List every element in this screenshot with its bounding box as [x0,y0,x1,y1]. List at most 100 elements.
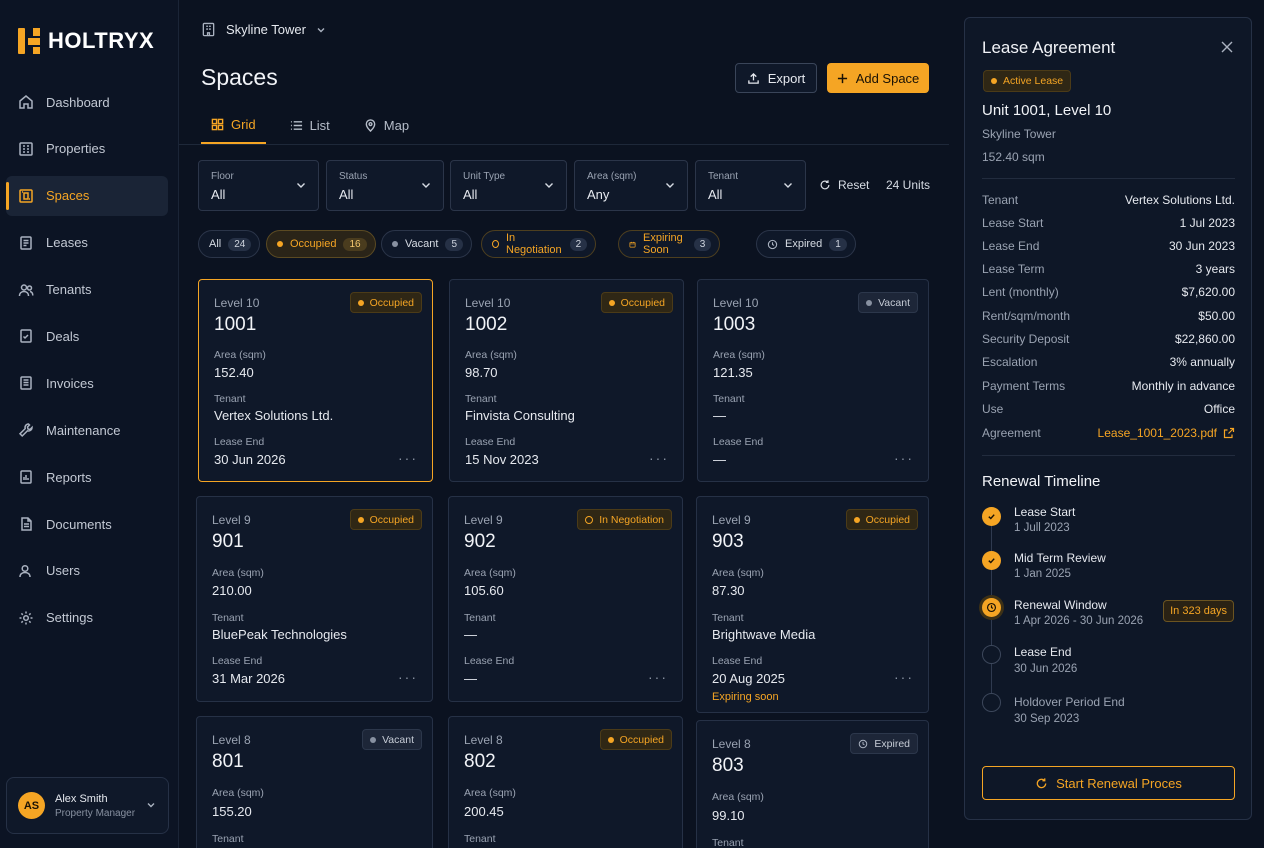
check-icon [982,507,1001,526]
space-card-1003[interactable]: Level 10 1003 Vacant Area (sqm) 121.35 T… [697,279,929,482]
logo[interactable]: HOLTRYX [18,28,154,54]
filter-label: Tenant [708,171,739,182]
sidebar-item-leases[interactable]: Leases [6,223,168,263]
tab-list[interactable]: List [280,106,340,144]
area-value: 99.10 [712,808,745,823]
timeline-step-name: Renewal Window [1014,598,1107,612]
space-card-901[interactable]: Level 9 901 Occupied Area (sqm) 210.00 T… [196,496,433,702]
filter-label: Unit Type [463,171,506,182]
tab-label: Grid [231,116,256,132]
sidebar-item-reports[interactable]: Reports [6,457,168,497]
chip-count: 1 [829,237,847,251]
area-label: Area (sqm) [214,349,266,361]
area-value: 121.35 [713,365,753,380]
lease-end-label: Lease End [464,655,515,667]
card-level: Level 8 [212,733,251,747]
tenant-label: Tenant [712,837,744,848]
close-icon[interactable] [1221,41,1233,53]
card-unit: 1002 [465,314,508,335]
area-filter[interactable]: Area (sqm) Any [574,160,688,211]
chip-all[interactable]: All 24 [198,230,261,258]
tab-grid[interactable]: Grid [201,106,266,144]
user-menu[interactable]: AS Alex Smith Property Manager [6,777,169,834]
sidebar-item-users[interactable]: Users [6,551,168,591]
sidebar-item-settings[interactable]: Settings [6,598,168,638]
start-renewal-button[interactable]: Start Renewal Proces [982,766,1235,800]
user-name: Alex Smith [55,792,108,805]
page-title: Spaces [201,64,278,90]
chip-occupied[interactable]: Occupied 16 [266,230,376,258]
card-level: Level 8 [712,737,751,751]
space-card-903[interactable]: Level 9 903 Occupied Area (sqm) 87.30 Te… [696,496,929,713]
filter-value: All [708,187,723,202]
sidebar-item-properties[interactable]: Properties [6,129,168,169]
card-unit: 803 [712,755,744,776]
card-unit: 903 [712,531,744,552]
more-options-button[interactable]: ··· [894,669,914,685]
chip-count: 5 [445,237,463,251]
tenant-filter[interactable]: Tenant All [695,160,806,211]
filter-value: All [463,187,478,202]
user-role: Property Manager [55,807,136,819]
sidebar-item-invoices[interactable]: Invoices [6,363,168,403]
detail-row: Payment Terms Monthly in advance [982,379,1235,393]
tab-map[interactable]: Map [354,106,419,144]
status-filter[interactable]: Status All [326,160,444,211]
reset-button[interactable]: Reset [819,178,869,192]
chip-vacant[interactable]: Vacant 5 [381,230,472,258]
status-badge: Active Lease [983,70,1072,92]
status-dot [392,241,398,247]
more-options-button[interactable]: ··· [894,450,914,466]
card-level: Level 9 [712,513,751,527]
chevron-down-icon [666,183,674,188]
building-selector[interactable]: Skyline Tower [201,22,326,37]
sidebar-item-dashboard[interactable]: Dashboard [6,82,168,122]
filter-value: All [211,187,226,202]
unit-type-filter[interactable]: Unit Type All [450,160,567,211]
chevron-down-icon [784,183,792,188]
more-options-button[interactable]: ··· [648,669,668,685]
agreement-link[interactable]: Lease_1001_2023.pdf [1098,426,1217,440]
space-card-801[interactable]: Level 8 801 Vacant Area (sqm) 155.20 Ten… [196,716,433,848]
space-card-1002[interactable]: Level 10 1002 Occupied Area (sqm) 98.70 … [449,279,684,482]
timeline-step-date: 1 Jull 2023 [1014,522,1070,534]
chip-expired[interactable]: Expired 1 [756,230,856,258]
more-options-button[interactable]: ··· [398,450,418,466]
lease-end-value: 15 Nov 2023 [465,452,539,467]
timeline-step-name: Lease End [1014,645,1072,659]
panel-unit: Unit 1001, Level 10 [982,102,1112,119]
sidebar-item-deals[interactable]: Deals [6,316,168,356]
card-level: Level 10 [465,296,511,310]
export-button[interactable]: Export [735,63,817,93]
home-icon [19,95,33,109]
sidebar-item-documents[interactable]: Documents [6,504,168,544]
wrench-icon [18,423,33,438]
sidebar-item-tenants[interactable]: Tenants [6,270,168,310]
status-badge: Occupied [349,509,422,530]
add-space-button[interactable]: Add Space [827,63,929,93]
space-card-1001[interactable]: Level 10 1001 Occupied Area (sqm) 152.40… [198,279,433,482]
tenant-label: Tenant [214,393,246,405]
card-unit: 801 [212,751,244,772]
sidebar: HOLTRYX Dashboard Properties Spaces Leas… [0,0,179,848]
sidebar-item-label: Deals [46,328,80,344]
more-options-button[interactable]: ··· [398,669,418,685]
chip-expiring-soon[interactable]: Expiring Soon 3 [618,230,721,258]
export-label: Export [767,70,806,86]
grid-icon [19,189,33,203]
space-card-802[interactable]: Level 8 802 Occupied Area (sqm) 200.45 T… [448,716,683,848]
view-tabs: Grid List Map [201,106,433,144]
area-value: 87.30 [712,583,745,598]
external-link-icon[interactable] [1223,427,1235,439]
space-card-803[interactable]: Level 8 803 Expired Area (sqm) 99.10 Ten… [696,720,929,848]
plus-icon [837,73,847,83]
sidebar-item-label: Leases [46,235,88,251]
more-options-button[interactable]: ··· [649,450,669,466]
chip-in-negotiation[interactable]: In Negotiation 2 [481,230,597,258]
sidebar-item-spaces[interactable]: Spaces [6,175,168,216]
timeline-step-date: 1 Jan 2025 [1014,568,1071,580]
space-card-902[interactable]: Level 9 902 In Negotiation Area (sqm) 10… [448,496,683,702]
floor-filter[interactable]: Floor All [198,160,319,211]
detail-row: Escalation 3% annually [982,355,1235,369]
sidebar-item-maintenance[interactable]: Maintenance [6,410,168,450]
